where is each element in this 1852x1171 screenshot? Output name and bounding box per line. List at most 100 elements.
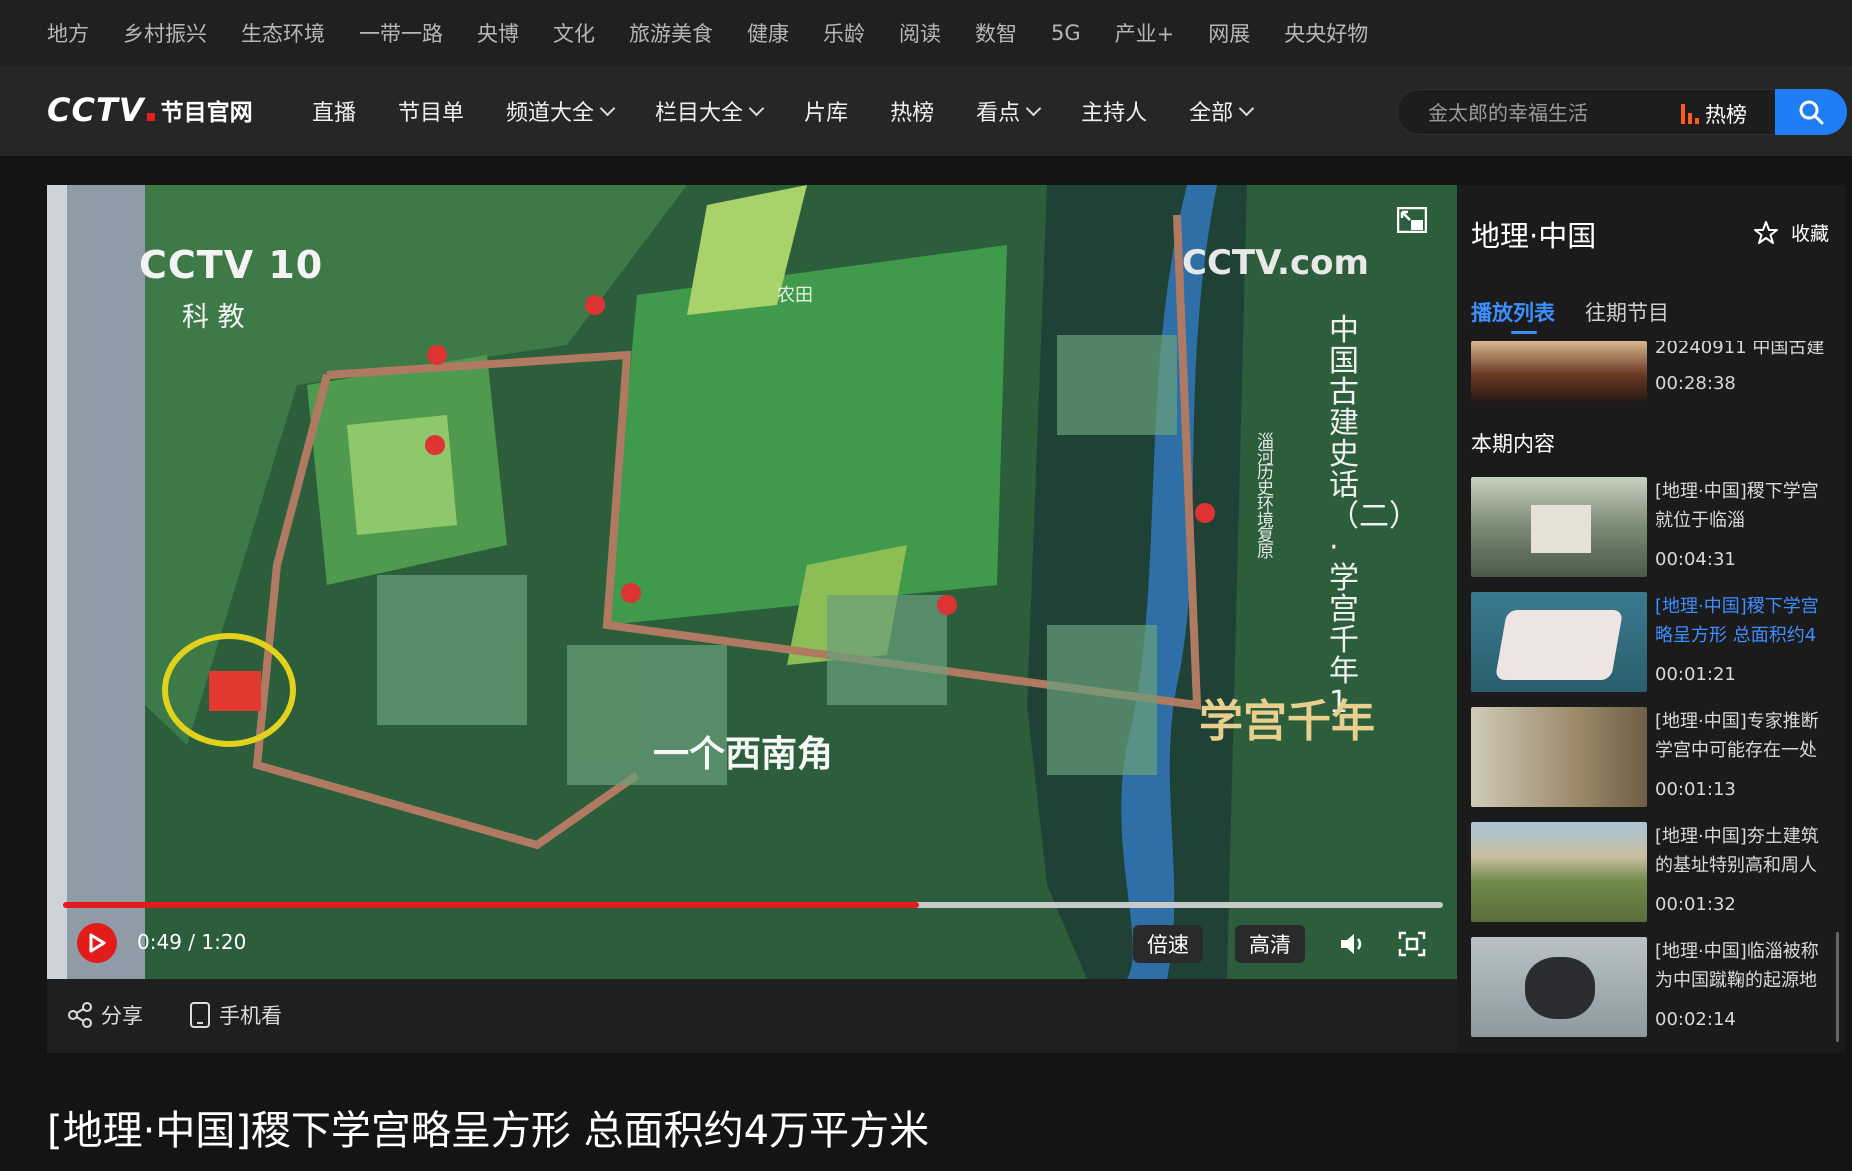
- speed-label: 倍速: [1147, 933, 1189, 957]
- section-label: 本期内容: [1471, 432, 1555, 456]
- item-duration: 00:01:13: [1655, 779, 1736, 800]
- nav-hot-list-label: 热榜: [890, 101, 935, 126]
- search-button[interactable]: [1775, 89, 1847, 135]
- list-item[interactable]: 20240911 中国古建 00:28:38: [1471, 341, 1831, 401]
- favorite-label: 收藏: [1790, 223, 1829, 245]
- progress-bar[interactable]: [63, 902, 1443, 908]
- nav-schedule-label: 节目单: [398, 101, 465, 126]
- mobile-label: 手机看: [219, 1004, 282, 1028]
- nav-links: 直播 节目单 频道大全 栏目大全 片库 热榜 看点 主持人 全部: [312, 66, 1255, 156]
- item-title: [地理·中国]临淄被称为中国蹴鞠的起源地: [1655, 941, 1819, 991]
- item-duration: 00:04:31: [1655, 549, 1736, 570]
- list-item[interactable]: [地理·中国]稷下学宫就位于临淄 00:04:31: [1471, 477, 1831, 577]
- channel-sub: 科 教: [182, 302, 245, 333]
- video-frame[interactable]: 农田: [47, 185, 1457, 979]
- nav-hot-list[interactable]: 热榜: [890, 95, 934, 127]
- progress-fill: [63, 902, 919, 908]
- speed-button[interactable]: 倍速: [1133, 925, 1203, 963]
- nav-all-label: 全部: [1189, 101, 1234, 126]
- video-player[interactable]: 农田 CCTV 10 科 教 CCTV.com 中国古建史话（二）· 学宫千年 …: [47, 185, 1457, 979]
- item-duration: 00:01:32: [1655, 894, 1736, 915]
- thumbnail: [1471, 937, 1647, 1037]
- item-duration: 00:01:21: [1655, 664, 1736, 685]
- chevron-down-icon: [599, 100, 616, 116]
- top-category-bar: 地方 乡村振兴 生态环境 一带一路 央博 文化 旅游美食 健康 乐龄 阅读 数智…: [0, 0, 1852, 66]
- thumbnail: [1471, 822, 1647, 922]
- nav-columns[interactable]: 栏目大全: [655, 95, 765, 127]
- hot-bars-icon: [1681, 104, 1699, 124]
- page-title: [地理·中国]稷下学宫略呈方形 总面积约4万平方米: [47, 1108, 930, 1154]
- nav-hosts[interactable]: 主持人: [1081, 95, 1147, 127]
- category-item[interactable]: 旅游美食: [629, 18, 713, 48]
- quality-button[interactable]: 高清: [1235, 925, 1305, 963]
- favorite-button[interactable]: 收藏: [1753, 219, 1829, 246]
- hot-list-link[interactable]: 热榜: [1681, 99, 1747, 129]
- category-item[interactable]: 央央好物: [1284, 18, 1368, 48]
- mobile-watch-button[interactable]: 手机看: [189, 1000, 282, 1030]
- nav-highlights[interactable]: 看点: [976, 95, 1042, 127]
- quality-label: 高清: [1249, 933, 1291, 957]
- chevron-down-icon: [1238, 100, 1255, 116]
- fullscreen-icon[interactable]: [1398, 931, 1426, 957]
- list-item-active[interactable]: [地理·中国]稷下学宫略呈方形 总面积约4 00:01:21: [1471, 592, 1831, 692]
- map-label-farm: 农田: [777, 285, 813, 306]
- search-box: 热榜: [1397, 89, 1847, 136]
- nav-library-label: 片库: [804, 101, 849, 126]
- item-title: [地理·中国]稷下学宫就位于临淄: [1655, 481, 1819, 531]
- tab-past-episodes[interactable]: 往期节目: [1585, 297, 1669, 327]
- channel-logo: CCTV 10: [139, 243, 323, 287]
- tab-playlist[interactable]: 播放列表: [1471, 297, 1555, 334]
- nav-live[interactable]: 直播: [312, 95, 356, 127]
- category-item[interactable]: 5G: [1051, 21, 1081, 45]
- main-nav: CCTV 节目官网 直播 节目单 频道大全 栏目大全 片库 热榜 看点 主持人 …: [0, 66, 1852, 156]
- star-icon: [1753, 220, 1778, 244]
- pip-icon[interactable]: [1397, 207, 1427, 233]
- logo-brand: CCTV: [47, 91, 145, 129]
- share-icon: [68, 1002, 92, 1028]
- scrollbar[interactable]: [1836, 932, 1839, 1042]
- share-button[interactable]: 分享: [67, 1000, 143, 1030]
- search-input[interactable]: [1426, 90, 1660, 136]
- category-item[interactable]: 乡村振兴: [123, 18, 207, 48]
- site-watermark: CCTV.com: [1182, 243, 1369, 283]
- category-item[interactable]: 健康: [747, 18, 789, 48]
- nav-columns-label: 栏目大全: [655, 101, 744, 126]
- playlist-panel: 地理·中国 收藏 播放列表 往期节目 20240911 中国古建 00:28:3…: [1457, 185, 1845, 1053]
- category-item[interactable]: 网展: [1208, 18, 1250, 48]
- chevron-down-icon: [1025, 100, 1042, 116]
- nav-hosts-label: 主持人: [1081, 101, 1148, 126]
- category-item[interactable]: 央博: [477, 18, 519, 48]
- category-item[interactable]: 地方: [47, 18, 89, 48]
- category-item[interactable]: 产业+: [1115, 18, 1175, 48]
- volume-icon[interactable]: [1339, 931, 1367, 957]
- video-subtitle: 一个西南角: [653, 734, 834, 775]
- nav-channels-label: 频道大全: [506, 101, 595, 126]
- nav-highlights-label: 看点: [976, 101, 1021, 126]
- category-item[interactable]: 阅读: [899, 18, 941, 48]
- category-item[interactable]: 数智: [975, 18, 1017, 48]
- category-item[interactable]: 文化: [553, 18, 595, 48]
- channel-logo-text: CCTV 10: [139, 243, 324, 287]
- category-item[interactable]: 乐龄: [823, 18, 865, 48]
- nav-channels[interactable]: 频道大全: [506, 95, 616, 127]
- nav-all[interactable]: 全部: [1189, 95, 1255, 127]
- item-title: [地理·中国]夯土建筑的基址特别高和周人: [1655, 826, 1819, 876]
- play-button[interactable]: [77, 923, 117, 963]
- nav-schedule[interactable]: 节目单: [398, 95, 464, 127]
- list-item[interactable]: [地理·中国]专家推断学宫中可能存在一处 00:01:13: [1471, 707, 1831, 807]
- category-item[interactable]: 生态环境: [241, 18, 325, 48]
- vertical-title: 中国古建史话（二）· 学宫千年 1: [1329, 313, 1404, 720]
- hot-label: 热榜: [1705, 103, 1747, 127]
- site-logo[interactable]: CCTV 节目官网: [47, 90, 253, 130]
- item-title: [地理·中国]稷下学宫略呈方形 总面积约4: [1655, 596, 1819, 646]
- play-icon: [89, 933, 106, 953]
- list-item[interactable]: [地理·中国]夯土建筑的基址特别高和周人 00:01:32: [1471, 822, 1831, 922]
- share-label: 分享: [101, 1004, 143, 1028]
- logo-dot: [146, 113, 155, 121]
- list-item[interactable]: [地理·中国]临淄被称为中国蹴鞠的起源地 00:02:14: [1471, 937, 1831, 1037]
- category-item[interactable]: 一带一路: [359, 18, 443, 48]
- thumbnail: [1471, 707, 1647, 807]
- player-action-bar: 分享 手机看: [47, 979, 1457, 1053]
- playlist-tabs: 播放列表 往期节目: [1471, 297, 1669, 334]
- nav-library[interactable]: 片库: [804, 95, 848, 127]
